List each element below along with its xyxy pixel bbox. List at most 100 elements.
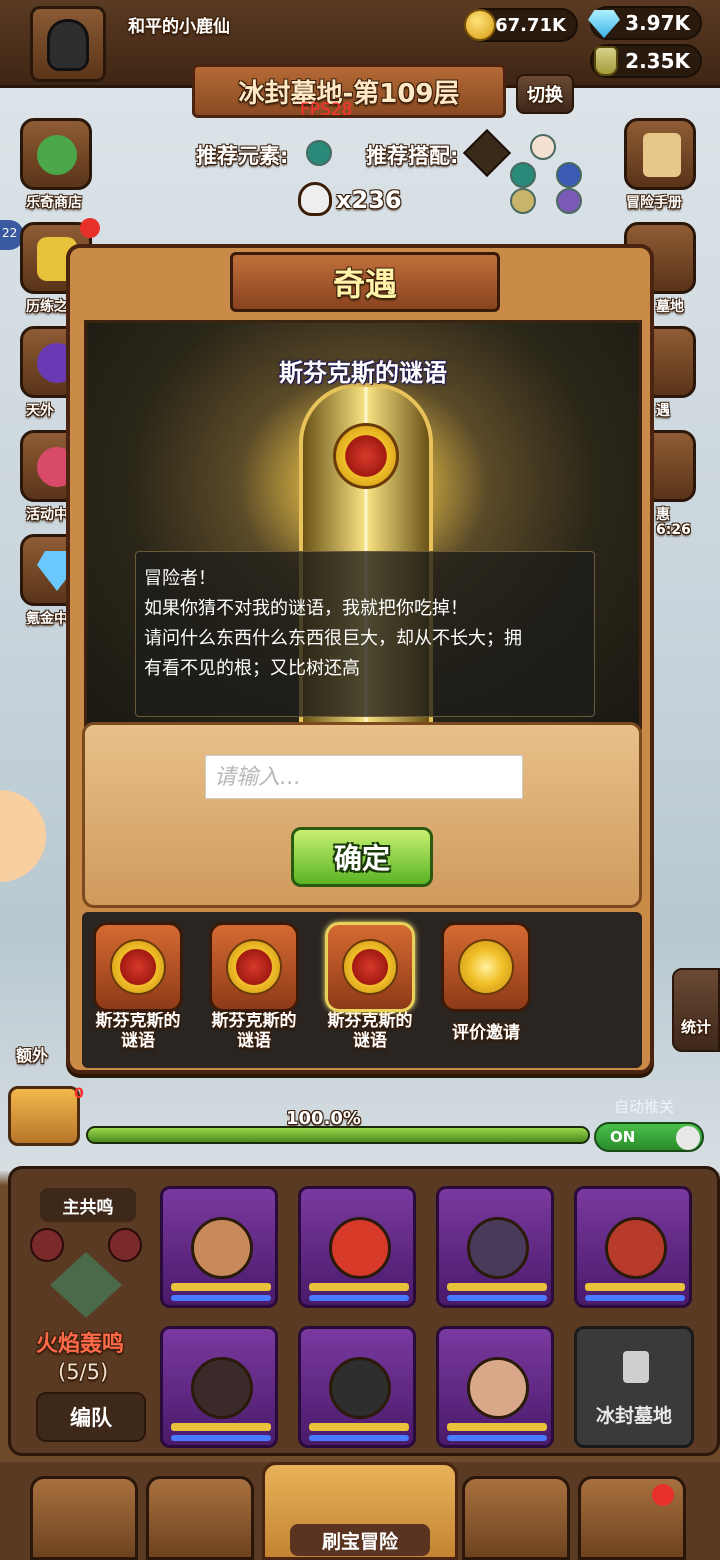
hero-card[interactable] xyxy=(436,1326,554,1448)
synergy-fire-icon xyxy=(108,1228,142,1262)
riddle-line: 有看不见的根；又比树还高 xyxy=(144,658,360,679)
toggle-knob xyxy=(676,1126,700,1150)
player-name: 和平的小鹿仙 xyxy=(128,17,230,37)
tab-riddle-3[interactable]: 斯芬克斯的 谜语 xyxy=(320,922,420,1062)
nav-main-label: 刷宝冒险 xyxy=(290,1524,430,1556)
demon-medal-icon xyxy=(110,939,166,995)
trial-label: 历练之 xyxy=(26,299,68,315)
demon-medal-icon xyxy=(226,939,282,995)
skull-icon xyxy=(298,182,332,216)
fire-element-icon xyxy=(530,134,556,160)
encounter-tabs: 斯芬克斯的 谜语 斯芬克斯的 谜语 斯芬克斯的 谜语 评价邀请 xyxy=(82,912,642,1068)
tab-label: 谜语 xyxy=(353,1031,387,1051)
fps-counter: FPS28 xyxy=(300,100,353,120)
switch-floor-button[interactable]: 切换 xyxy=(516,74,574,114)
encounter-label: 遇 xyxy=(656,403,670,419)
adventure-handbook-button[interactable] xyxy=(624,118,696,190)
recommended-element-label: 推荐元素: xyxy=(196,144,289,168)
event-label: 活动中 xyxy=(26,507,68,523)
answer-panel: 确定 xyxy=(82,722,642,908)
riddle-line: 如果你猜不对我的谜语，我就把你吃掉！ xyxy=(144,598,468,619)
void-element-icon xyxy=(556,188,582,214)
water-element-icon xyxy=(556,162,582,188)
earth-element-icon xyxy=(510,188,536,214)
hero-portrait xyxy=(329,1357,391,1419)
hero-portrait xyxy=(605,1217,667,1279)
graveyard-label: 墓地 xyxy=(656,299,684,315)
gem-counter: 3.97K xyxy=(588,6,702,40)
hero-card[interactable] xyxy=(298,1186,416,1308)
tab-label: 谜语 xyxy=(237,1031,271,1051)
potion-counter: 2.35K xyxy=(590,44,702,78)
discount-timer: 6:26 xyxy=(656,522,691,538)
locked-slot-label: 冰封墓地 xyxy=(595,1405,672,1427)
treasure-chest-icon[interactable] xyxy=(8,1086,80,1146)
locked-slot: 冰封墓地 xyxy=(574,1326,694,1448)
chest-badge: 0 xyxy=(74,1086,84,1102)
nav-shop-button[interactable] xyxy=(30,1476,138,1560)
notification-dot xyxy=(652,1484,674,1506)
dialog-title: 奇遇 xyxy=(332,265,397,303)
auto-advance-toggle[interactable]: ON xyxy=(594,1122,704,1152)
shop-button[interactable] xyxy=(20,118,92,190)
sphinx-scene: 斯芬克斯的谜语 冒险者！ 如果你猜不对我的谜语，我就把你吃掉！ 请问什么东西什么… xyxy=(84,320,642,730)
tab-label: 斯芬克斯的 xyxy=(95,1011,181,1031)
warning-icon xyxy=(462,128,512,178)
hero-card[interactable] xyxy=(160,1326,278,1448)
trophy-medal-icon xyxy=(458,939,514,995)
hero-portrait xyxy=(191,1357,253,1419)
tab-label: 评价邀请 xyxy=(452,1023,520,1043)
toggle-state: ON xyxy=(610,1128,636,1146)
tab-label: 斯芬克斯的 xyxy=(327,1011,413,1031)
wind-element-icon xyxy=(306,140,332,166)
gold-coin-icon xyxy=(464,9,496,41)
formation-button[interactable]: 编队 xyxy=(36,1392,146,1442)
discount-label: 惠 xyxy=(656,507,670,523)
hero-card[interactable] xyxy=(574,1186,692,1308)
hero-portrait xyxy=(191,1217,253,1279)
beyond-label: 天外 xyxy=(26,403,54,419)
tab-label: 斯芬克斯的 xyxy=(211,1011,297,1031)
stats-button[interactable]: 统计 xyxy=(672,968,720,1052)
wind-element-icon xyxy=(510,162,536,188)
knight-helmet-icon xyxy=(47,19,89,71)
handbook-label: 冒险手册 xyxy=(626,195,682,211)
demon-medal-icon xyxy=(342,939,398,995)
gold-counter: 167.71K xyxy=(464,8,578,42)
tab-riddle-2[interactable]: 斯芬克斯的 谜语 xyxy=(204,922,304,1062)
progress-fill xyxy=(88,1128,588,1142)
confirm-button[interactable]: 确定 xyxy=(291,827,433,887)
answer-input[interactable] xyxy=(205,755,523,799)
scroll-icon xyxy=(643,133,681,177)
auto-advance-label: 自动推关 xyxy=(614,1098,675,1116)
hero-portrait xyxy=(467,1217,529,1279)
clover-icon xyxy=(37,135,77,175)
hero-card[interactable] xyxy=(298,1326,416,1448)
encounter-dialog: 奇遇 斯芬克斯的谜语 冒险者！ 如果你猜不对我的谜语，我就把你吃掉！ 请问什么东… xyxy=(66,244,654,1074)
tab-label: 谜语 xyxy=(121,1031,155,1051)
synergy-label: 主共鸣 xyxy=(40,1188,136,1222)
hero-card[interactable] xyxy=(160,1186,278,1308)
topup-label: 氪金中 xyxy=(26,611,68,627)
hero-card[interactable] xyxy=(436,1186,554,1308)
tab-riddle-1[interactable]: 斯芬克斯的 谜语 xyxy=(88,922,188,1062)
player-avatar[interactable] xyxy=(30,6,106,82)
extra-label: 额外 xyxy=(16,1046,49,1065)
synergy-count: (5/5) xyxy=(58,1360,109,1384)
riddle-text-box: 冒险者！ 如果你猜不对我的谜语，我就把你吃掉！ 请问什么东西什么东西很巨大，却从… xyxy=(135,551,595,717)
recommended-combo-label: 推荐搭配: xyxy=(366,144,459,168)
nav-backpack-button[interactable] xyxy=(462,1476,570,1560)
kill-count: x236 xyxy=(336,186,402,214)
riddle-line: 冒险者！ xyxy=(144,568,216,589)
synergy-element-icon xyxy=(30,1228,64,1262)
notification-dot xyxy=(80,218,100,238)
progress-value: 100.0% xyxy=(286,1108,361,1129)
gem-icon xyxy=(588,10,620,38)
nav-heroes-button[interactable] xyxy=(146,1476,254,1560)
tab-review-invite[interactable]: 评价邀请 xyxy=(436,922,536,1062)
demon-medal-icon xyxy=(333,423,399,489)
dialog-title-banner: 奇遇 xyxy=(230,252,500,312)
potion-icon xyxy=(594,46,618,76)
floating-assistant-bubble[interactable] xyxy=(0,790,46,882)
riddle-title: 斯芬克斯的谜语 xyxy=(279,359,447,387)
